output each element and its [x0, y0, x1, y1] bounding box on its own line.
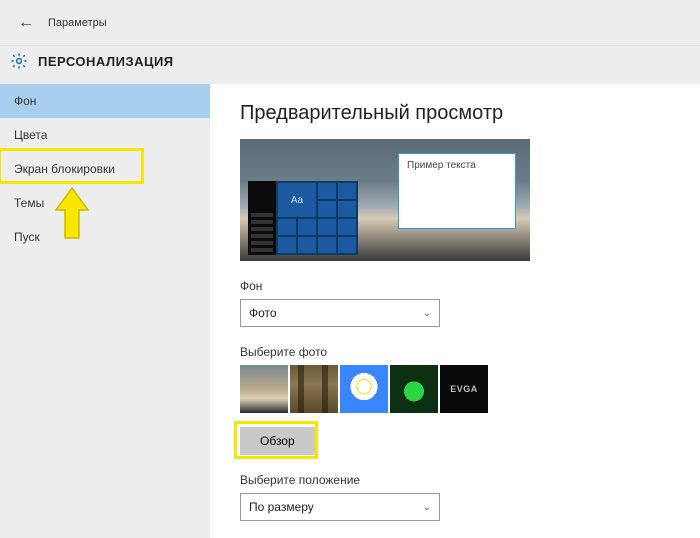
background-label: Фон	[240, 279, 670, 293]
page-header: ПЕРСОНАЛИЗАЦИЯ	[0, 46, 700, 84]
position-select[interactable]: По размеру ⌄	[240, 493, 440, 521]
annotation-arrow-up-icon	[52, 186, 92, 246]
preview-sample-window: Пример текста	[398, 153, 516, 229]
sidebar-item-label: Пуск	[14, 230, 40, 244]
thumb-evga[interactable]: EVGA	[440, 365, 488, 413]
preview-heading: Предварительный просмотр	[240, 102, 670, 125]
back-button[interactable]: ←	[10, 10, 42, 36]
choose-photo-label: Выберите фото	[240, 345, 670, 359]
sidebar-item-themes[interactable]: Темы	[0, 186, 210, 220]
background-select-value: Фото	[249, 306, 277, 320]
thumb-daisy[interactable]	[340, 365, 388, 413]
position-label: Выберите положение	[240, 473, 670, 487]
sidebar-item-lockscreen[interactable]: Экран блокировки	[0, 152, 210, 186]
content-area: Предварительный просмотр Aa Пример текст…	[210, 84, 700, 538]
sidebar-item-label: Экран блокировки	[14, 162, 115, 176]
preview-start-menu: Aa	[248, 181, 358, 255]
sidebar-item-background[interactable]: Фон	[0, 84, 210, 118]
sidebar-item-label: Цвета	[14, 128, 47, 142]
photo-thumbnails: EVGA	[240, 365, 670, 413]
preview-sample-text: Пример текста	[407, 160, 476, 171]
position-select-value: По размеру	[249, 500, 314, 514]
sidebar-item-label: Темы	[14, 196, 44, 210]
sidebar-item-label: Фон	[14, 94, 36, 108]
chevron-down-icon: ⌄	[423, 308, 431, 319]
desktop-preview: Aa Пример текста	[240, 139, 530, 261]
preview-tile-aa: Aa	[278, 183, 316, 217]
thumb-sunset[interactable]	[240, 365, 288, 413]
thumb-forest[interactable]	[290, 365, 338, 413]
window-title: Параметры	[48, 17, 107, 29]
titlebar: ← Параметры	[0, 0, 700, 46]
sidebar-item-colors[interactable]: Цвета	[0, 118, 210, 152]
gear-icon	[10, 52, 28, 70]
thumb-neon[interactable]	[390, 365, 438, 413]
page-title: ПЕРСОНАЛИЗАЦИЯ	[38, 54, 174, 69]
chevron-down-icon: ⌄	[423, 502, 431, 513]
sidebar: Фон Цвета Экран блокировки Темы Пуск	[0, 84, 210, 538]
sidebar-item-start[interactable]: Пуск	[0, 220, 210, 254]
browse-button[interactable]: Обзор	[240, 427, 315, 455]
background-select[interactable]: Фото ⌄	[240, 299, 440, 327]
